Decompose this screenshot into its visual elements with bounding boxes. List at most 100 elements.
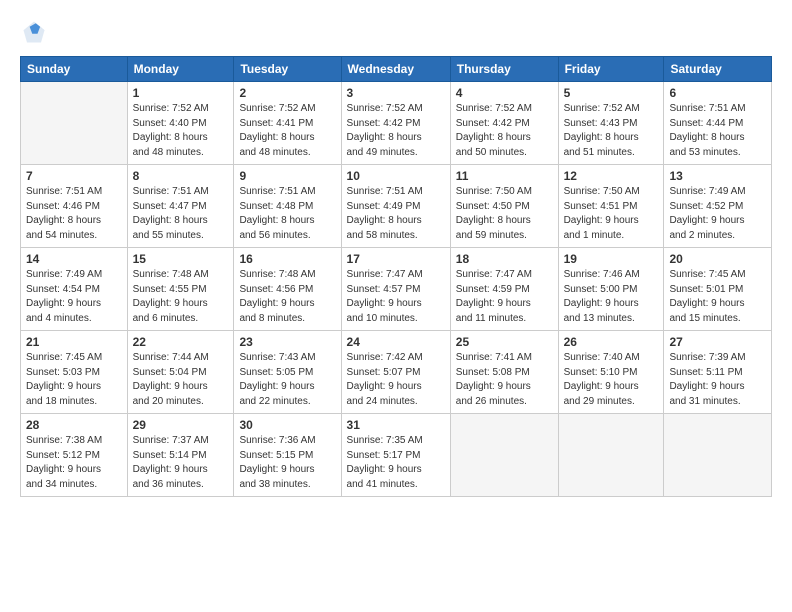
day-info: Sunrise: 7:50 AM Sunset: 4:51 PM Dayligh… bbox=[564, 185, 659, 243]
day-number: 31 bbox=[347, 418, 445, 432]
day-number: 10 bbox=[347, 169, 445, 183]
day-info: Sunrise: 7:51 AM Sunset: 4:47 PM Dayligh… bbox=[133, 185, 229, 243]
day-info: Sunrise: 7:49 AM Sunset: 4:54 PM Dayligh… bbox=[26, 268, 122, 326]
day-info: Sunrise: 7:43 AM Sunset: 5:05 PM Dayligh… bbox=[239, 351, 335, 409]
calendar-cell bbox=[558, 414, 664, 497]
weekday-header-monday: Monday bbox=[127, 57, 234, 82]
day-number: 14 bbox=[26, 252, 122, 266]
calendar-cell: 1 Sunrise: 7:52 AM Sunset: 4:40 PM Daylig… bbox=[127, 82, 234, 165]
day-number: 20 bbox=[669, 252, 766, 266]
day-info: Sunrise: 7:40 AM Sunset: 5:10 PM Dayligh… bbox=[564, 351, 659, 409]
day-number: 16 bbox=[239, 252, 335, 266]
week-row-1: 1 Sunrise: 7:52 AM Sunset: 4:40 PM Daylig… bbox=[21, 82, 772, 165]
calendar-cell: 9Sunrise: 7:51 AM Sunset: 4:48 PM Daylig… bbox=[234, 165, 341, 248]
calendar-cell: 12Sunrise: 7:50 AM Sunset: 4:51 PM Dayli… bbox=[558, 165, 664, 248]
calendar-cell: 18 Sunrise: 7:47 AM Sunset: 4:59 PM Dayli… bbox=[450, 248, 558, 331]
week-row-3: 14 Sunrise: 7:49 AM Sunset: 4:54 PM Dayli… bbox=[21, 248, 772, 331]
day-number: 29 bbox=[133, 418, 229, 432]
day-info: Sunrise: 7:50 AM Sunset: 4:50 PM Dayligh… bbox=[456, 185, 553, 243]
weekday-header-saturday: Saturday bbox=[664, 57, 772, 82]
calendar-cell: 21 Sunrise: 7:45 AM Sunset: 5:03 PM Dayli… bbox=[21, 331, 128, 414]
calendar-cell: 31 Sunrise: 7:35 AM Sunset: 5:17 PM Dayli… bbox=[341, 414, 450, 497]
day-info: Sunrise: 7:42 AM Sunset: 5:07 PM Dayligh… bbox=[347, 351, 445, 409]
day-number: 26 bbox=[564, 335, 659, 349]
day-info: Sunrise: 7:52 AM Sunset: 4:43 PM Dayligh… bbox=[564, 102, 659, 160]
week-row-5: 28 Sunrise: 7:38 AM Sunset: 5:12 PM Dayli… bbox=[21, 414, 772, 497]
calendar-cell: 4 Sunrise: 7:52 AM Sunset: 4:42 PM Daylig… bbox=[450, 82, 558, 165]
calendar-cell: 13 Sunrise: 7:49 AM Sunset: 4:52 PM Dayli… bbox=[664, 165, 772, 248]
calendar-cell: 5Sunrise: 7:52 AM Sunset: 4:43 PM Daylig… bbox=[558, 82, 664, 165]
day-number: 24 bbox=[347, 335, 445, 349]
day-info: Sunrise: 7:49 AM Sunset: 4:52 PM Dayligh… bbox=[669, 185, 766, 243]
day-number: 4 bbox=[456, 86, 553, 100]
weekday-header-thursday: Thursday bbox=[450, 57, 558, 82]
logo-icon bbox=[20, 18, 48, 46]
day-number: 3 bbox=[347, 86, 445, 100]
calendar-cell: 22 Sunrise: 7:44 AM Sunset: 5:04 PM Dayli… bbox=[127, 331, 234, 414]
day-number: 25 bbox=[456, 335, 553, 349]
day-number: 30 bbox=[239, 418, 335, 432]
day-info: Sunrise: 7:52 AM Sunset: 4:41 PM Dayligh… bbox=[239, 102, 335, 160]
day-number: 22 bbox=[133, 335, 229, 349]
day-number: 2 bbox=[239, 86, 335, 100]
calendar-cell: 10Sunrise: 7:51 AM Sunset: 4:49 PM Dayli… bbox=[341, 165, 450, 248]
calendar-cell: 14 Sunrise: 7:49 AM Sunset: 4:54 PM Dayli… bbox=[21, 248, 128, 331]
calendar-table: SundayMondayTuesdayWednesdayThursdayFrid… bbox=[20, 56, 772, 497]
weekday-header-sunday: Sunday bbox=[21, 57, 128, 82]
calendar-cell bbox=[664, 414, 772, 497]
day-info: Sunrise: 7:37 AM Sunset: 5:14 PM Dayligh… bbox=[133, 434, 229, 492]
header bbox=[20, 18, 772, 46]
calendar-cell: 2 Sunrise: 7:52 AM Sunset: 4:41 PM Daylig… bbox=[234, 82, 341, 165]
day-info: Sunrise: 7:47 AM Sunset: 4:59 PM Dayligh… bbox=[456, 268, 553, 326]
day-number: 7 bbox=[26, 169, 122, 183]
calendar-cell: 24 Sunrise: 7:42 AM Sunset: 5:07 PM Dayli… bbox=[341, 331, 450, 414]
calendar-cell: 30 Sunrise: 7:36 AM Sunset: 5:15 PM Dayli… bbox=[234, 414, 341, 497]
day-number: 6 bbox=[669, 86, 766, 100]
day-info: Sunrise: 7:48 AM Sunset: 4:55 PM Dayligh… bbox=[133, 268, 229, 326]
calendar-cell: 19 Sunrise: 7:46 AM Sunset: 5:00 PM Dayli… bbox=[558, 248, 664, 331]
calendar-cell: 15 Sunrise: 7:48 AM Sunset: 4:55 PM Dayli… bbox=[127, 248, 234, 331]
day-number: 15 bbox=[133, 252, 229, 266]
day-number: 13 bbox=[669, 169, 766, 183]
day-number: 21 bbox=[26, 335, 122, 349]
day-info: Sunrise: 7:38 AM Sunset: 5:12 PM Dayligh… bbox=[26, 434, 122, 492]
day-info: Sunrise: 7:48 AM Sunset: 4:56 PM Dayligh… bbox=[239, 268, 335, 326]
day-info: Sunrise: 7:52 AM Sunset: 4:42 PM Dayligh… bbox=[347, 102, 445, 160]
calendar-cell: 28 Sunrise: 7:38 AM Sunset: 5:12 PM Dayli… bbox=[21, 414, 128, 497]
day-number: 11 bbox=[456, 169, 553, 183]
day-info: Sunrise: 7:52 AM Sunset: 4:40 PM Dayligh… bbox=[133, 102, 229, 160]
calendar-cell: 25 Sunrise: 7:41 AM Sunset: 5:08 PM Dayli… bbox=[450, 331, 558, 414]
day-number: 27 bbox=[669, 335, 766, 349]
day-info: Sunrise: 7:35 AM Sunset: 5:17 PM Dayligh… bbox=[347, 434, 445, 492]
day-number: 17 bbox=[347, 252, 445, 266]
day-info: Sunrise: 7:45 AM Sunset: 5:01 PM Dayligh… bbox=[669, 268, 766, 326]
day-info: Sunrise: 7:36 AM Sunset: 5:15 PM Dayligh… bbox=[239, 434, 335, 492]
day-number: 18 bbox=[456, 252, 553, 266]
calendar-cell: 27 Sunrise: 7:39 AM Sunset: 5:11 PM Dayli… bbox=[664, 331, 772, 414]
day-info: Sunrise: 7:45 AM Sunset: 5:03 PM Dayligh… bbox=[26, 351, 122, 409]
calendar-cell: 7Sunrise: 7:51 AM Sunset: 4:46 PM Daylig… bbox=[21, 165, 128, 248]
day-number: 1 bbox=[133, 86, 229, 100]
weekday-header-row: SundayMondayTuesdayWednesdayThursdayFrid… bbox=[21, 57, 772, 82]
calendar-cell bbox=[21, 82, 128, 165]
week-row-2: 7Sunrise: 7:51 AM Sunset: 4:46 PM Daylig… bbox=[21, 165, 772, 248]
calendar-cell: 20 Sunrise: 7:45 AM Sunset: 5:01 PM Dayli… bbox=[664, 248, 772, 331]
day-info: Sunrise: 7:44 AM Sunset: 5:04 PM Dayligh… bbox=[133, 351, 229, 409]
day-info: Sunrise: 7:41 AM Sunset: 5:08 PM Dayligh… bbox=[456, 351, 553, 409]
day-info: Sunrise: 7:46 AM Sunset: 5:00 PM Dayligh… bbox=[564, 268, 659, 326]
logo bbox=[20, 18, 52, 46]
day-info: Sunrise: 7:39 AM Sunset: 5:11 PM Dayligh… bbox=[669, 351, 766, 409]
day-number: 23 bbox=[239, 335, 335, 349]
day-info: Sunrise: 7:51 AM Sunset: 4:48 PM Dayligh… bbox=[239, 185, 335, 243]
day-info: Sunrise: 7:52 AM Sunset: 4:42 PM Dayligh… bbox=[456, 102, 553, 160]
day-number: 28 bbox=[26, 418, 122, 432]
calendar-cell: 23 Sunrise: 7:43 AM Sunset: 5:05 PM Dayli… bbox=[234, 331, 341, 414]
calendar-cell: 11 Sunrise: 7:50 AM Sunset: 4:50 PM Dayli… bbox=[450, 165, 558, 248]
day-number: 8 bbox=[133, 169, 229, 183]
weekday-header-wednesday: Wednesday bbox=[341, 57, 450, 82]
calendar-cell: 6Sunrise: 7:51 AM Sunset: 4:44 PM Daylig… bbox=[664, 82, 772, 165]
calendar-cell bbox=[450, 414, 558, 497]
day-number: 19 bbox=[564, 252, 659, 266]
day-info: Sunrise: 7:47 AM Sunset: 4:57 PM Dayligh… bbox=[347, 268, 445, 326]
calendar-cell: 8 Sunrise: 7:51 AM Sunset: 4:47 PM Daylig… bbox=[127, 165, 234, 248]
